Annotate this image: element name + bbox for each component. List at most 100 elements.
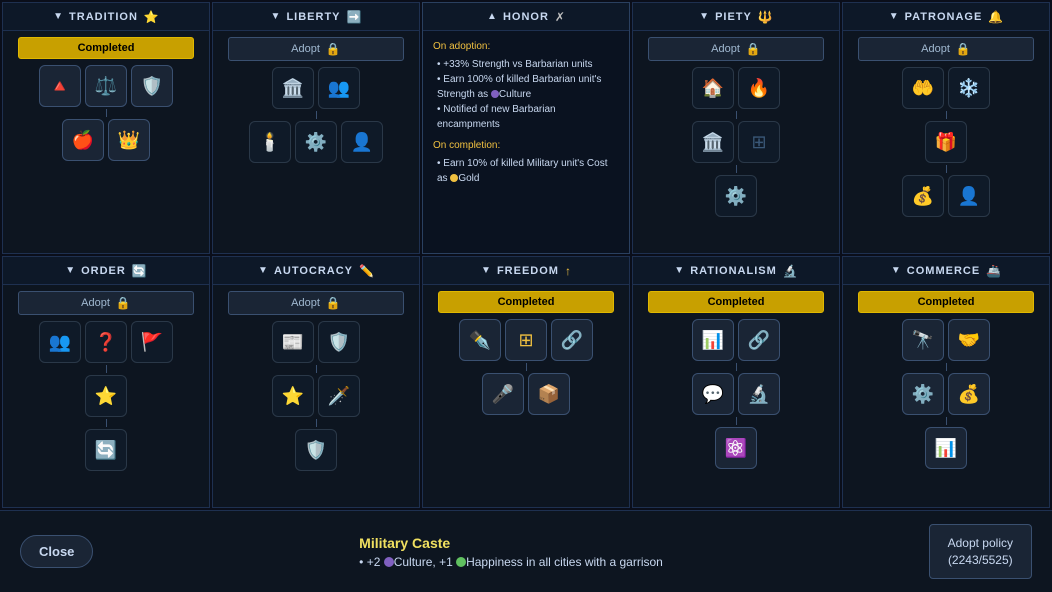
adopt-policy-button[interactable]: Adopt policy(2243/5525) (929, 524, 1032, 580)
freedom-title: FREEDOM (497, 265, 559, 277)
commerce-icon-gear[interactable]: ⚙️ (902, 373, 944, 415)
piety-icon: 🔱 (758, 10, 773, 24)
autocracy-lock-icon: 🔒 (326, 296, 341, 310)
liberty-icon-dome[interactable]: 🏛️ (272, 67, 314, 109)
autocracy-icon-shield[interactable]: 🛡️ (318, 321, 360, 363)
honor-arrow: ▲ (487, 11, 497, 22)
rationalism-icon-flask[interactable]: 🔬 (738, 373, 780, 415)
order-icon-group[interactable]: 👥 (39, 321, 81, 363)
liberty-icons: 🏛️ 👥 🕯️ ⚙️ 👤 (213, 65, 419, 165)
autocracy-icon-sword[interactable]: 🗡️ (318, 375, 360, 417)
order-icon-question[interactable]: ❓ (85, 321, 127, 363)
piety-header: ▼ PIETY 🔱 (633, 3, 839, 31)
tradition-tree: ▼ TRADITION ⭐ Completed 🔺 ⚖️ 🛡️ 🍎 👑 (2, 2, 210, 254)
rationalism-icon-speech[interactable]: 💬 (692, 373, 734, 415)
freedom-icon-pen[interactable]: ✒️ (459, 319, 501, 361)
freedom-icon-grid[interactable]: ⊞ (505, 319, 547, 361)
tradition-icon-monument[interactable]: 🔺 (39, 65, 81, 107)
tradition-row1: 🔺 ⚖️ 🛡️ (39, 65, 173, 107)
autocracy-row1: 📰 🛡️ (272, 321, 360, 363)
piety-icon-home[interactable]: 🏠 (692, 67, 734, 109)
rationalism-icon-atom[interactable]: ⚛️ (715, 427, 757, 469)
commerce-icons: 🔭 🤝 ⚙️ 💰 📊 (843, 317, 1049, 471)
order-connector2 (106, 419, 107, 427)
freedom-icon-link[interactable]: 🔗 (551, 319, 593, 361)
piety-row2: 🏛️ ⊞ (692, 121, 780, 163)
order-icon-recycle[interactable]: 🔄 (85, 429, 127, 471)
autocracy-title: AUTOCRACY (274, 265, 353, 277)
commerce-arrow: ▼ (891, 265, 901, 276)
bottom-policy-desc: • +2 Culture, +1 Happiness in all cities… (359, 555, 663, 569)
order-lock-icon: 🔒 (116, 296, 131, 310)
liberty-adopt-btn[interactable]: Adopt 🔒 (228, 37, 403, 61)
tradition-status-btn[interactable]: Completed (18, 37, 193, 59)
order-icon-star[interactable]: ⭐ (85, 375, 127, 417)
tradition-icon-shield[interactable]: 🛡️ (131, 65, 173, 107)
commerce-row1: 🔭 🤝 (902, 319, 990, 361)
autocracy-icon-shield2[interactable]: 🛡️ (295, 429, 337, 471)
freedom-icon-box[interactable]: 📦 (528, 373, 570, 415)
freedom-connector (526, 363, 527, 371)
commerce-icon-piechart[interactable]: 📊 (925, 427, 967, 469)
patronage-tree: ▼ PATRONAGE 🔔 Adopt 🔒 🤲 ❄️ 🎁 💰 (842, 2, 1050, 254)
freedom-header: ▼ FREEDOM ↑ (423, 257, 629, 285)
close-button[interactable]: Close (20, 535, 93, 568)
piety-icon-grid[interactable]: ⊞ (738, 121, 780, 163)
rationalism-tree: ▼ RATIONALISM 🔬 Completed 📊 🔗 💬 🔬 (632, 256, 840, 508)
patronage-header: ▼ PATRONAGE 🔔 (843, 3, 1049, 31)
rationalism-row2: 💬 🔬 (692, 373, 780, 415)
rationalism-icon-chart[interactable]: 📊 (692, 319, 734, 361)
commerce-status-btn[interactable]: Completed (858, 291, 1033, 313)
commerce-icon-telescope[interactable]: 🔭 (902, 319, 944, 361)
patronage-connector2 (946, 165, 947, 173)
autocracy-header: ▼ AUTOCRACY ✏️ (213, 257, 419, 285)
freedom-icon-mic[interactable]: 🎤 (482, 373, 524, 415)
liberty-icon-person[interactable]: 👤 (341, 121, 383, 163)
autocracy-adopt-btn[interactable]: Adopt 🔒 (228, 291, 403, 315)
tradition-icon-legal[interactable]: ⚖️ (85, 65, 127, 107)
liberty-icon-gear[interactable]: ⚙️ (295, 121, 337, 163)
rationalism-icon-link[interactable]: 🔗 (738, 319, 780, 361)
patronage-icon-snowflake[interactable]: ❄️ (948, 67, 990, 109)
commerce-icon-money[interactable]: 💰 (948, 373, 990, 415)
patronage-connector1 (946, 111, 947, 119)
autocracy-icon-newspaper[interactable]: 📰 (272, 321, 314, 363)
patronage-icon-coin[interactable]: 💰 (902, 175, 944, 217)
freedom-status-btn[interactable]: Completed (438, 291, 613, 313)
order-icons: 👥 ❓ 🚩 ⭐ 🔄 (3, 319, 209, 473)
honor-completion-title: On completion: (433, 138, 619, 153)
tradition-icon-apple[interactable]: 🍎 (62, 119, 104, 161)
piety-adopt-label: Adopt (711, 43, 740, 55)
piety-icon-fire[interactable]: 🔥 (738, 67, 780, 109)
freedom-row1: ✒️ ⊞ 🔗 (459, 319, 593, 361)
autocracy-arrow: ▼ (258, 265, 268, 276)
patronage-icon-person2[interactable]: 👤 (948, 175, 990, 217)
piety-row1: 🏠 🔥 (692, 67, 780, 109)
order-header: ▼ ORDER 🔄 (3, 257, 209, 285)
piety-icons: 🏠 🔥 🏛️ ⊞ ⚙️ (633, 65, 839, 219)
piety-adopt-btn[interactable]: Adopt 🔒 (648, 37, 823, 61)
patronage-icon-gift[interactable]: 🎁 (925, 121, 967, 163)
order-adopt-btn[interactable]: Adopt 🔒 (18, 291, 193, 315)
patronage-adopt-btn[interactable]: Adopt 🔒 (858, 37, 1033, 61)
piety-icon-temple[interactable]: 🏛️ (692, 121, 734, 163)
culture-icon-sm (384, 557, 394, 567)
rationalism-status-btn[interactable]: Completed (648, 291, 823, 313)
autocracy-icon-star[interactable]: ⭐ (272, 375, 314, 417)
autocracy-tree: ▼ AUTOCRACY ✏️ Adopt 🔒 📰 🛡️ ⭐ 🗡️ (212, 256, 420, 508)
commerce-tree: ▼ COMMERCE 🚢 Completed 🔭 🤝 ⚙️ 💰 (842, 256, 1050, 508)
freedom-icon: ↑ (565, 264, 571, 278)
liberty-connector (316, 111, 317, 119)
rationalism-row3: ⚛️ (715, 427, 757, 469)
order-icon-flag[interactable]: 🚩 (131, 321, 173, 363)
patronage-icon-hands[interactable]: 🤲 (902, 67, 944, 109)
piety-icon-gear[interactable]: ⚙️ (715, 175, 757, 217)
rationalism-connector2 (736, 417, 737, 425)
freedom-tree: ▼ FREEDOM ↑ Completed ✒️ ⊞ 🔗 🎤 📦 (422, 256, 630, 508)
freedom-icons: ✒️ ⊞ 🔗 🎤 📦 (423, 317, 629, 417)
liberty-icon-people[interactable]: 👥 (318, 67, 360, 109)
commerce-icon-handshake[interactable]: 🤝 (948, 319, 990, 361)
tradition-icon-crown[interactable]: 👑 (108, 119, 150, 161)
honor-adoption-item1: • +33% Strength vs Barbarian units (437, 57, 619, 72)
liberty-icon-torch[interactable]: 🕯️ (249, 121, 291, 163)
